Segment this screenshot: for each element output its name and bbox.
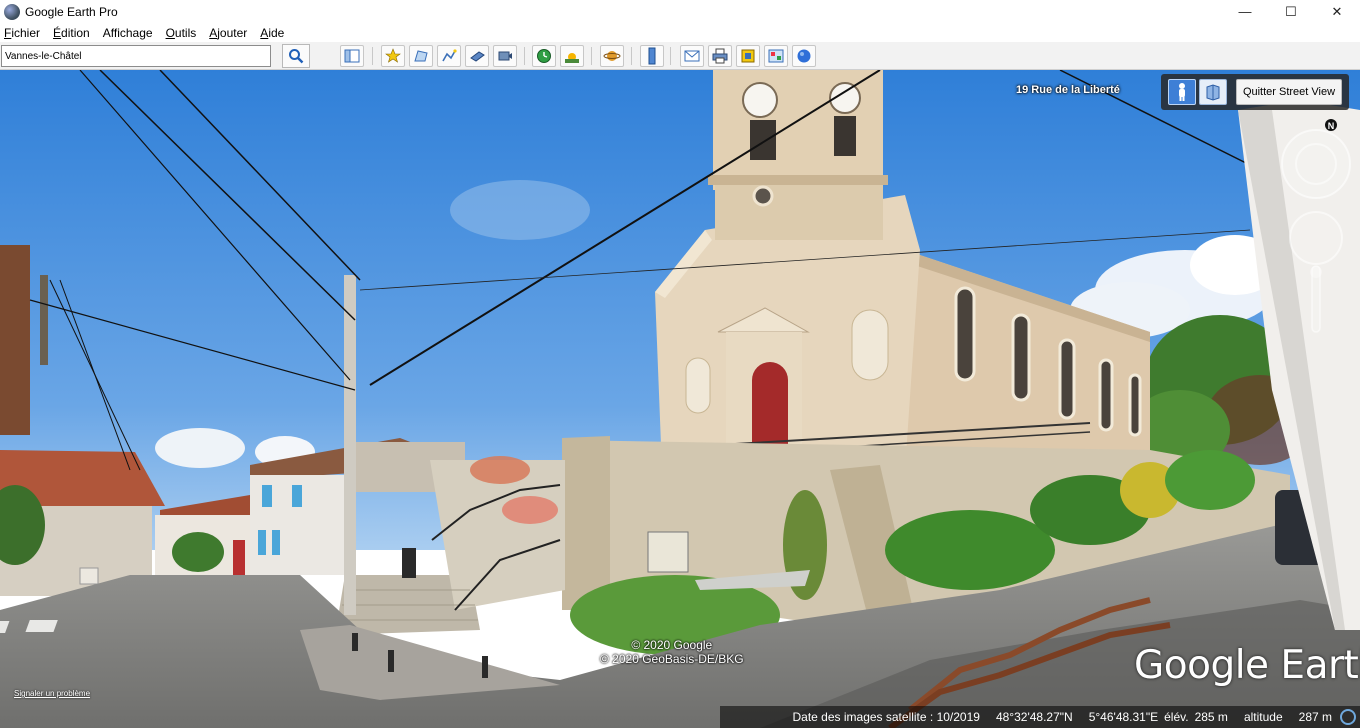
add-polygon-icon xyxy=(414,50,428,62)
longitude: 5°46'48.31"E xyxy=(1088,710,1159,724)
navigation-controls[interactable]: N xyxy=(1276,116,1352,336)
toolbar-separator xyxy=(372,47,373,65)
toolbar-separator xyxy=(591,47,592,65)
close-button[interactable]: ✕ xyxy=(1314,0,1360,23)
historical-imagery-icon xyxy=(537,49,551,63)
window-controls: — ☐ ✕ xyxy=(1222,0,1360,23)
save-image-icon xyxy=(741,49,755,63)
planets-icon xyxy=(603,51,621,61)
report-problem-link[interactable]: Signaler un problème xyxy=(14,689,90,698)
print-icon xyxy=(712,48,728,64)
add-placemark-icon xyxy=(385,48,401,63)
window-title: Google Earth Pro xyxy=(25,4,118,19)
altitude-value: 287 m xyxy=(1298,710,1332,724)
street-view-photo[interactable] xyxy=(0,70,1360,728)
ruler-icon xyxy=(648,47,656,65)
record-tour-button[interactable] xyxy=(493,45,517,67)
add-polygon-button[interactable] xyxy=(409,45,433,67)
view-in-maps-button[interactable] xyxy=(764,45,788,67)
streaming-status-icon xyxy=(1340,709,1356,725)
street-address-label: 19 Rue de la Liberté xyxy=(1016,84,1120,96)
pegman-icon xyxy=(1179,83,1185,101)
exit-street-view-button[interactable]: Quitter Street View xyxy=(1236,79,1342,105)
maximize-button[interactable]: ☐ xyxy=(1268,0,1314,23)
street-view-panel: Quitter Street View xyxy=(1161,74,1349,110)
minimize-button[interactable]: — xyxy=(1222,0,1268,23)
altitude-label: altitude xyxy=(1243,710,1283,724)
toolbar xyxy=(0,42,1360,70)
menu-aide[interactable]: Aide xyxy=(260,26,284,40)
email-icon xyxy=(684,50,700,62)
menu-outils[interactable]: Outils xyxy=(166,26,197,40)
menu-ajouter[interactable]: Ajouter xyxy=(209,26,247,40)
add-placemark-button[interactable] xyxy=(381,45,405,67)
copyright-google: © 2020 Google xyxy=(631,638,713,652)
imagery-date: Date des images satellite : 10/2019 xyxy=(792,710,980,724)
toolbar-separator xyxy=(631,47,632,65)
save-image-button[interactable] xyxy=(736,45,760,67)
toolbar-separator xyxy=(670,47,671,65)
menu-edition[interactable]: Édition xyxy=(53,26,90,40)
compass-north-label: N xyxy=(1328,121,1335,131)
add-path-button[interactable] xyxy=(437,45,461,67)
status-bar: Date des images satellite : 10/2019 48°3… xyxy=(720,706,1360,728)
google-earth-logo: Google Earth xyxy=(1134,643,1360,688)
elevation-label: élév. xyxy=(1164,710,1189,724)
planets-button[interactable] xyxy=(600,45,624,67)
menu-bar: Fichier Édition Affichage Outils Ajouter… xyxy=(0,23,1360,42)
elevation-value: 285 m xyxy=(1194,710,1228,724)
latitude: 48°32'48.27"N xyxy=(995,710,1073,724)
street-view-viewport[interactable]: 19 Rue de la Liberté Quitter Street View… xyxy=(0,70,1360,728)
ground-view-icon xyxy=(1206,84,1220,101)
view-in-maps-icon xyxy=(768,49,784,63)
add-image-overlay-icon xyxy=(470,51,485,62)
toolbar-separator xyxy=(524,47,525,65)
google-earth-app-icon xyxy=(4,3,20,20)
ruler-button[interactable] xyxy=(640,45,664,67)
sky-button[interactable] xyxy=(792,45,816,67)
sidebar-toggle-button[interactable] xyxy=(340,45,364,67)
sidebar-toggle-icon xyxy=(344,49,360,63)
historical-imagery-button[interactable] xyxy=(532,45,556,67)
sky-icon xyxy=(797,49,811,63)
menu-affichage[interactable]: Affichage xyxy=(103,26,153,40)
sunlight-icon xyxy=(565,53,579,63)
add-image-overlay-button[interactable] xyxy=(465,45,489,67)
email-button[interactable] xyxy=(680,45,704,67)
ground-view-button[interactable] xyxy=(1199,79,1227,105)
sunlight-button[interactable] xyxy=(560,45,584,67)
menu-fichier[interactable]: Fichier xyxy=(4,26,40,40)
search-button[interactable] xyxy=(282,44,310,68)
imagery-copyright: © 2020 Google © 2020 GeoBasis-DE/BKG xyxy=(600,638,744,666)
record-tour-icon xyxy=(498,51,512,61)
print-button[interactable] xyxy=(708,45,732,67)
copyright-geobasis: © 2020 GeoBasis-DE/BKG xyxy=(600,652,744,666)
add-path-icon xyxy=(442,49,457,62)
pegman-button[interactable] xyxy=(1168,79,1196,105)
title-bar: Google Earth Pro — ☐ ✕ xyxy=(0,0,1360,23)
search-input[interactable] xyxy=(1,45,271,67)
search-icon xyxy=(289,49,304,64)
